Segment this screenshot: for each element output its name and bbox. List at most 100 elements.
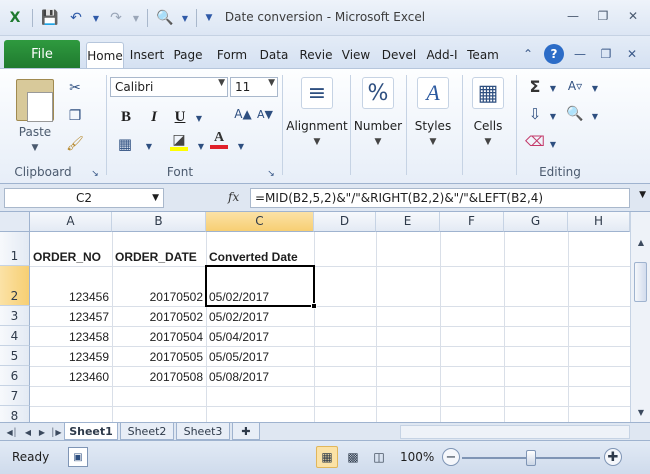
clear-icon[interactable]: ⌫ — [525, 133, 545, 151]
undo-dropdown-icon[interactable]: ▼ — [91, 7, 101, 29]
tab-home[interactable]: Home — [86, 42, 124, 68]
font-color-dropdown-icon[interactable]: ▼ — [232, 137, 250, 155]
tab-add-ins[interactable]: Add-I — [422, 42, 462, 68]
column-header-b[interactable]: B — [112, 212, 206, 232]
row-header-1[interactable]: 1 — [0, 232, 30, 266]
cell-b2[interactable]: 20170502 — [112, 266, 206, 306]
cell-b1[interactable]: ORDER_DATE — [112, 232, 206, 266]
column-header-h[interactable]: H — [568, 212, 630, 232]
zoom-slider-thumb[interactable] — [526, 450, 536, 466]
sort-filter-dropdown-icon[interactable]: ▼ — [586, 79, 604, 97]
tab-file[interactable]: File — [4, 40, 80, 68]
column-header-g[interactable]: G — [504, 212, 568, 232]
column-header-e[interactable]: E — [376, 212, 440, 232]
redo-dropdown-icon[interactable]: ▼ — [131, 7, 141, 29]
clear-dropdown-icon[interactable]: ▼ — [544, 135, 562, 153]
close-icon[interactable]: ✕ — [622, 6, 644, 26]
font-launcher-icon[interactable]: ↘ — [262, 165, 280, 183]
page-break-view-icon[interactable]: ◫ — [368, 446, 390, 468]
name-box[interactable]: C2 ▼ — [4, 188, 164, 208]
borders-dropdown-icon[interactable]: ▼ — [140, 137, 158, 155]
cell-c3[interactable]: 05/02/2017 — [206, 306, 314, 326]
font-name-combo[interactable]: Calibri ▼ — [110, 77, 228, 97]
restore-icon[interactable]: ❐ — [592, 6, 614, 26]
paste-button-label[interactable]: Paste — [14, 125, 56, 139]
find-select-icon[interactable]: 🔍 — [566, 105, 584, 123]
scroll-up-icon[interactable]: ▲ — [633, 234, 649, 250]
cell-a2[interactable]: 123456 — [30, 266, 112, 306]
tab-view[interactable]: View — [338, 42, 374, 68]
next-sheet-icon[interactable]: ▶ — [36, 425, 48, 439]
horizontal-scrollbar[interactable] — [400, 425, 630, 439]
cell-b5[interactable]: 20170505 — [112, 346, 206, 366]
zoom-in-icon[interactable]: ✚ — [604, 448, 622, 466]
cell-a4[interactable]: 123458 — [30, 326, 112, 346]
sheet-tab-sheet2[interactable]: Sheet2 — [120, 423, 174, 440]
find-select-dropdown-icon[interactable]: ▼ — [586, 107, 604, 125]
sheet-tab-sheet1[interactable]: Sheet1 — [64, 423, 118, 440]
cell-a6[interactable]: 123460 — [30, 366, 112, 386]
cell-c4[interactable]: 05/04/2017 — [206, 326, 314, 346]
print-preview-icon[interactable]: 🔍 — [154, 7, 176, 29]
paste-icon[interactable] — [16, 79, 54, 122]
cell-c5[interactable]: 05/05/2017 — [206, 346, 314, 366]
help-icon[interactable]: ? — [544, 44, 564, 64]
cells-button[interactable]: ▦ Cells ▼ — [464, 77, 512, 147]
scroll-down-icon[interactable]: ▼ — [633, 404, 649, 420]
cell-a1[interactable]: ORDER_NO — [30, 232, 112, 266]
sheet-tab-sheet3[interactable]: Sheet3 — [176, 423, 230, 440]
name-box-dropdown-icon[interactable]: ▼ — [152, 189, 159, 207]
fill-color-dropdown-icon[interactable]: ▼ — [192, 137, 210, 155]
row-header-2[interactable]: 2 — [0, 266, 30, 306]
tab-insert[interactable]: Insert — [128, 42, 166, 68]
grow-font-icon[interactable]: A▲ — [234, 105, 252, 123]
underline-button[interactable]: U — [170, 107, 190, 127]
format-painter-icon[interactable]: 🖌 — [66, 135, 84, 153]
first-sheet-icon[interactable]: ◀│ — [6, 425, 18, 439]
workbook-minimize-icon[interactable]: — — [570, 44, 590, 64]
last-sheet-icon[interactable]: │▶ — [50, 425, 62, 439]
cut-icon[interactable]: ✂ — [66, 79, 84, 97]
tab-developer[interactable]: Devel — [378, 42, 420, 68]
row-header-6[interactable]: 6 — [0, 366, 30, 386]
autosum-dropdown-icon[interactable]: ▼ — [544, 79, 562, 97]
shrink-font-icon[interactable]: A▼ — [256, 105, 274, 123]
font-size-dropdown-icon[interactable]: ▼ — [268, 78, 275, 88]
minimize-icon[interactable]: — — [562, 6, 584, 26]
font-color-icon[interactable]: A — [210, 130, 228, 149]
column-header-f[interactable]: F — [440, 212, 504, 232]
tab-review[interactable]: Revie — [296, 42, 336, 68]
tab-page-layout[interactable]: Page — [168, 42, 208, 68]
fill-color-icon[interactable]: ◪ — [170, 132, 188, 151]
cell-c6[interactable]: 05/08/2017 — [206, 366, 314, 386]
undo-icon[interactable]: ↶ — [65, 7, 87, 29]
cell-b6[interactable]: 20170508 — [112, 366, 206, 386]
cell-a3[interactable]: 123457 — [30, 306, 112, 326]
number-button[interactable]: % Number ▼ — [352, 77, 404, 147]
sort-filter-icon[interactable]: A▿ — [566, 77, 584, 95]
font-size-combo[interactable]: 11 ▼ — [230, 77, 278, 97]
save-icon[interactable]: 💾 — [39, 7, 61, 29]
copy-icon[interactable]: ❐ — [66, 107, 84, 125]
vertical-scroll-thumb[interactable] — [634, 262, 647, 302]
borders-icon[interactable]: ▦ — [116, 135, 134, 153]
tab-formulas[interactable]: Form — [212, 42, 252, 68]
row-header-7[interactable]: 7 — [0, 386, 30, 406]
tab-data[interactable]: Data — [256, 42, 292, 68]
italic-button[interactable]: I — [144, 107, 164, 127]
excel-logo-icon[interactable]: X — [4, 7, 26, 29]
prev-sheet-icon[interactable]: ◀ — [22, 425, 34, 439]
normal-view-icon[interactable]: ▦ — [316, 446, 338, 468]
expand-formula-bar-icon[interactable]: ▼ — [639, 190, 646, 200]
insert-function-icon[interactable]: fx — [228, 190, 239, 204]
bold-button[interactable]: B — [116, 107, 136, 127]
cell-a5[interactable]: 123459 — [30, 346, 112, 366]
cell-b3[interactable]: 20170502 — [112, 306, 206, 326]
paste-dropdown-icon[interactable]: ▼ — [28, 143, 42, 153]
zoom-out-icon[interactable]: − — [442, 448, 460, 466]
autosum-icon[interactable]: Σ — [526, 77, 544, 96]
tab-team[interactable]: Team — [464, 42, 502, 68]
fill-dropdown-icon[interactable]: ▼ — [544, 107, 562, 125]
font-name-dropdown-icon[interactable]: ▼ — [218, 78, 225, 88]
underline-dropdown-icon[interactable]: ▼ — [190, 109, 208, 127]
